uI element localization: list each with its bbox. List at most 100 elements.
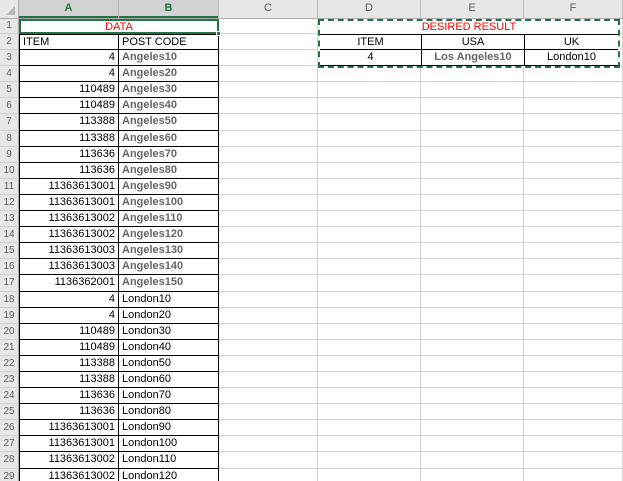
row-header[interactable]: 25 [0,404,19,421]
cell-empty-e[interactable] [421,66,524,83]
cell-empty-d[interactable] [318,178,421,195]
cell-item[interactable]: 11363613002 [19,468,119,481]
row-header[interactable]: 21 [0,339,19,356]
row-header[interactable]: 19 [0,307,19,324]
cell-empty-e[interactable] [421,291,524,308]
cell-empty-c[interactable] [219,339,318,356]
cell-postcode[interactable]: London50 [119,355,219,372]
cell-postcode[interactable]: London60 [119,371,219,389]
cell-empty-c[interactable] [219,420,318,437]
cell-empty-d[interactable] [318,436,421,453]
row-header[interactable]: 8 [0,130,19,147]
result-cell-usa[interactable]: USA [422,34,525,51]
cell-item[interactable]: 4 [19,307,119,324]
cell-item[interactable]: ITEM [19,34,119,51]
result-cell-uk[interactable]: UK [525,34,618,51]
cell-empty-e[interactable] [421,114,524,131]
cell-empty-e[interactable] [421,371,524,389]
cell-empty-d[interactable] [318,291,421,308]
cell-empty-c[interactable] [219,307,318,324]
column-header[interactable]: F [524,0,623,19]
cell-empty-f[interactable] [524,211,623,228]
cell-postcode[interactable]: London120 [119,468,219,481]
cell-empty-f[interactable] [524,323,623,340]
row-header[interactable]: 23 [0,371,19,389]
cell-empty-e[interactable] [421,98,524,115]
cell-item[interactable]: 113388 [19,371,119,389]
cell-empty-e[interactable] [421,243,524,260]
column-header[interactable]: E [421,0,524,19]
row-header[interactable]: 22 [0,355,19,372]
cell-empty-f[interactable] [524,388,623,405]
cell-empty-d[interactable] [318,275,421,292]
row-header[interactable]: 24 [0,388,19,405]
cell-empty-d[interactable] [318,114,421,131]
cell-empty-d[interactable] [318,371,421,389]
cell-postcode[interactable]: London70 [119,388,219,405]
cell-empty-e[interactable] [421,452,524,469]
cell-empty-f[interactable] [524,178,623,195]
cell-empty-e[interactable] [421,355,524,372]
select-all-button[interactable] [0,0,19,19]
cell-empty-d[interactable] [318,355,421,372]
cell-postcode[interactable]: London90 [119,420,219,437]
cell-postcode[interactable]: Angeles140 [119,259,219,276]
row-header[interactable]: 11 [0,178,19,195]
cell-empty-f[interactable] [524,307,623,324]
cell-postcode[interactable]: Angeles40 [119,98,219,115]
cell-empty-f[interactable] [524,194,623,212]
cell-postcode[interactable]: Angeles30 [119,82,219,99]
cell-empty-d[interactable] [318,162,421,179]
row-header[interactable]: 18 [0,291,19,308]
cell-empty-e[interactable] [421,436,524,453]
row-header-1[interactable]: 1 [0,19,19,34]
cell-empty-d[interactable] [318,388,421,405]
cell-empty-f[interactable] [524,468,623,481]
row-header[interactable]: 15 [0,243,19,260]
cell-empty-c[interactable] [219,259,318,276]
cell-empty-d[interactable] [318,452,421,469]
cell-empty-d[interactable] [318,66,421,83]
cell-empty-f[interactable] [524,275,623,292]
cell-empty-e[interactable] [421,275,524,292]
cell-item[interactable]: 11363613002 [19,211,119,228]
cell-empty-e[interactable] [421,468,524,481]
cell-empty-f[interactable] [524,162,623,179]
row-header[interactable]: 14 [0,227,19,244]
cell-empty-d[interactable] [318,307,421,324]
row-header[interactable]: 9 [0,146,19,163]
cell-postcode[interactable]: London40 [119,339,219,356]
cell-empty-e[interactable] [421,82,524,99]
cell-empty-c[interactable] [219,468,318,481]
cell-empty-e[interactable] [421,194,524,212]
cell-empty-f[interactable] [524,452,623,469]
cell-item[interactable]: 4 [19,291,119,308]
cell-item[interactable]: 113388 [19,130,119,147]
result-cell-usa[interactable]: Los Angeles10 [422,50,525,67]
row-header[interactable]: 10 [0,162,19,179]
cell-empty-c[interactable] [219,436,318,453]
result-cell-item[interactable]: ITEM [320,34,422,51]
cell-item[interactable]: 113636 [19,162,119,179]
cell-empty-d[interactable] [318,194,421,212]
row-header[interactable]: 4 [0,66,19,83]
cell-item[interactable]: 4 [19,66,119,83]
cell-empty-c[interactable] [219,275,318,292]
cell-item[interactable]: 11363613001 [19,420,119,437]
cell-empty-c[interactable] [219,50,318,67]
row-header[interactable]: 16 [0,259,19,276]
cell-postcode[interactable]: Angeles150 [119,275,219,292]
row-header[interactable]: 7 [0,114,19,131]
cell-empty-c[interactable] [219,114,318,131]
cell-empty-c[interactable] [219,178,318,195]
cell-empty-f[interactable] [524,259,623,276]
cell-empty-c[interactable] [219,404,318,421]
cell-empty-f[interactable] [524,146,623,163]
cell-postcode[interactable]: London20 [119,307,219,324]
row-header[interactable]: 28 [0,452,19,469]
cell-postcode[interactable]: Angeles10 [119,50,219,67]
cell-item[interactable]: 113388 [19,355,119,372]
cell-item[interactable]: 11363613003 [19,259,119,276]
cell-empty-c[interactable] [219,388,318,405]
result-cell-uk[interactable]: London10 [525,50,618,67]
